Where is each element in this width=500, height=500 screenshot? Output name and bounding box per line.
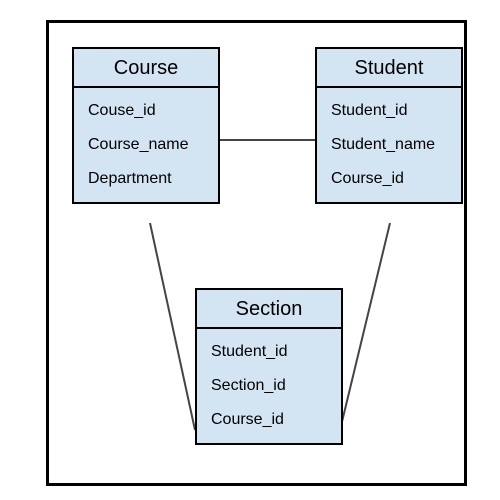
er-diagram: Course Couse_id Course_name Department S… xyxy=(0,0,500,500)
entity-attrs: Student_id Section_id Course_id xyxy=(197,329,341,443)
entity-title: Student xyxy=(317,49,461,88)
entity-attrs: Couse_id Course_name Department xyxy=(74,88,218,202)
entity-attr: Couse_id xyxy=(74,94,218,128)
entity-attr: Student_name xyxy=(317,128,461,162)
entity-attr: Department xyxy=(74,162,218,196)
entity-attr: Course_name xyxy=(74,128,218,162)
entity-student: Student Student_id Student_name Course_i… xyxy=(315,47,463,204)
entity-title: Course xyxy=(74,49,218,88)
entity-attr: Course_id xyxy=(317,162,461,196)
entity-title: Section xyxy=(197,290,341,329)
entity-attr: Section_id xyxy=(197,369,341,403)
entity-course: Course Couse_id Course_name Department xyxy=(72,47,220,204)
entity-attr: Student_id xyxy=(317,94,461,128)
entity-attrs: Student_id Student_name Course_id xyxy=(317,88,461,202)
entity-section: Section Student_id Section_id Course_id xyxy=(195,288,343,445)
entity-attr: Student_id xyxy=(197,335,341,369)
entity-attr: Course_id xyxy=(197,403,341,437)
